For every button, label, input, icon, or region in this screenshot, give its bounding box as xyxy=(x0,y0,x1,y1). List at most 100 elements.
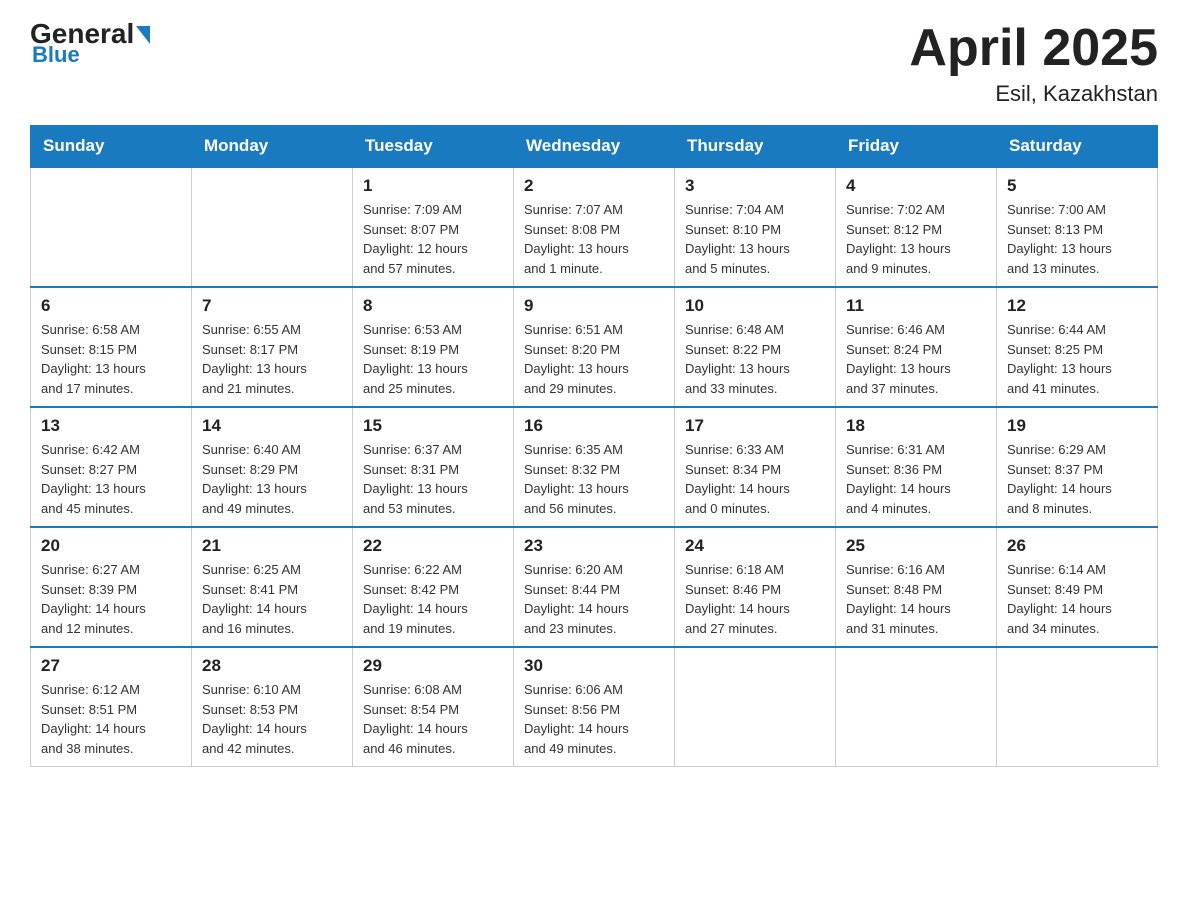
calendar-table: Sunday Monday Tuesday Wednesday Thursday… xyxy=(30,125,1158,767)
day-number: 28 xyxy=(202,656,342,676)
calendar-day-cell: 23 Sunrise: 6:20 AM Sunset: 8:44 PM Dayli… xyxy=(514,527,675,647)
day-number: 6 xyxy=(41,296,181,316)
day-info: Sunrise: 6:06 AM Sunset: 8:56 PM Dayligh… xyxy=(524,680,664,758)
day-number: 16 xyxy=(524,416,664,436)
day-info: Sunrise: 6:25 AM Sunset: 8:41 PM Dayligh… xyxy=(202,560,342,638)
month-year-title: April 2025 xyxy=(909,20,1158,77)
col-sunday: Sunday xyxy=(31,126,192,168)
calendar-day-cell: 25Sunrise: 6:16 AM Sunset: 8:48 PM Dayli… xyxy=(836,527,997,647)
calendar-day-cell: 27 Sunrise: 6:12 AM Sunset: 8:51 PM Dayli… xyxy=(31,647,192,767)
day-info: Sunrise: 7:09 AM Sunset: 8:07 PM Dayligh… xyxy=(363,200,503,278)
calendar-day-cell: 13 Sunrise: 6:42 AM Sunset: 8:27 PM Dayli… xyxy=(31,407,192,527)
calendar-day-cell: 1 Sunrise: 7:09 AM Sunset: 8:07 PM Daylig… xyxy=(353,167,514,287)
calendar-day-cell: 15 Sunrise: 6:37 AM Sunset: 8:31 PM Dayli… xyxy=(353,407,514,527)
calendar-day-cell xyxy=(836,647,997,767)
calendar-day-cell: 7Sunrise: 6:55 AM Sunset: 8:17 PM Daylig… xyxy=(192,287,353,407)
day-info: Sunrise: 6:53 AM Sunset: 8:19 PM Dayligh… xyxy=(363,320,503,398)
day-info: Sunrise: 6:31 AM Sunset: 8:36 PM Dayligh… xyxy=(846,440,986,518)
day-number: 17 xyxy=(685,416,825,436)
logo-triangle-icon xyxy=(136,26,150,44)
day-info: Sunrise: 7:02 AM Sunset: 8:12 PM Dayligh… xyxy=(846,200,986,278)
calendar-day-cell: 4 Sunrise: 7:02 AM Sunset: 8:12 PM Daylig… xyxy=(836,167,997,287)
day-number: 21 xyxy=(202,536,342,556)
day-info: Sunrise: 6:51 AM Sunset: 8:20 PM Dayligh… xyxy=(524,320,664,398)
day-info: Sunrise: 6:27 AM Sunset: 8:39 PM Dayligh… xyxy=(41,560,181,638)
title-block: April 2025 Esil, Kazakhstan xyxy=(909,20,1158,107)
calendar-day-cell: 6 Sunrise: 6:58 AM Sunset: 8:15 PM Daylig… xyxy=(31,287,192,407)
calendar-day-cell: 10 Sunrise: 6:48 AM Sunset: 8:22 PM Dayli… xyxy=(675,287,836,407)
day-info: Sunrise: 6:48 AM Sunset: 8:22 PM Dayligh… xyxy=(685,320,825,398)
day-number: 11 xyxy=(846,296,986,316)
page-header: General Blue April 2025 Esil, Kazakhstan xyxy=(30,20,1158,107)
day-info: Sunrise: 6:14 AM Sunset: 8:49 PM Dayligh… xyxy=(1007,560,1147,638)
day-info: Sunrise: 7:07 AM Sunset: 8:08 PM Dayligh… xyxy=(524,200,664,278)
day-number: 14 xyxy=(202,416,342,436)
calendar-day-cell: 11 Sunrise: 6:46 AM Sunset: 8:24 PM Dayli… xyxy=(836,287,997,407)
day-info: Sunrise: 7:00 AM Sunset: 8:13 PM Dayligh… xyxy=(1007,200,1147,278)
calendar-day-cell: 2 Sunrise: 7:07 AM Sunset: 8:08 PM Daylig… xyxy=(514,167,675,287)
day-info: Sunrise: 6:22 AM Sunset: 8:42 PM Dayligh… xyxy=(363,560,503,638)
calendar-day-cell: 28Sunrise: 6:10 AM Sunset: 8:53 PM Dayli… xyxy=(192,647,353,767)
calendar-day-cell xyxy=(675,647,836,767)
day-number: 4 xyxy=(846,176,986,196)
calendar-day-cell: 19 Sunrise: 6:29 AM Sunset: 8:37 PM Dayli… xyxy=(997,407,1158,527)
calendar-week-5: 27 Sunrise: 6:12 AM Sunset: 8:51 PM Dayli… xyxy=(31,647,1158,767)
day-number: 12 xyxy=(1007,296,1147,316)
day-number: 7 xyxy=(202,296,342,316)
day-number: 30 xyxy=(524,656,664,676)
day-number: 2 xyxy=(524,176,664,196)
day-info: Sunrise: 6:33 AM Sunset: 8:34 PM Dayligh… xyxy=(685,440,825,518)
day-info: Sunrise: 6:40 AM Sunset: 8:29 PM Dayligh… xyxy=(202,440,342,518)
day-info: Sunrise: 6:16 AM Sunset: 8:48 PM Dayligh… xyxy=(846,560,986,638)
calendar-day-cell xyxy=(31,167,192,287)
day-info: Sunrise: 6:29 AM Sunset: 8:37 PM Dayligh… xyxy=(1007,440,1147,518)
day-info: Sunrise: 6:44 AM Sunset: 8:25 PM Dayligh… xyxy=(1007,320,1147,398)
col-thursday: Thursday xyxy=(675,126,836,168)
col-wednesday: Wednesday xyxy=(514,126,675,168)
day-info: Sunrise: 6:42 AM Sunset: 8:27 PM Dayligh… xyxy=(41,440,181,518)
day-info: Sunrise: 6:20 AM Sunset: 8:44 PM Dayligh… xyxy=(524,560,664,638)
calendar-week-1: 1 Sunrise: 7:09 AM Sunset: 8:07 PM Daylig… xyxy=(31,167,1158,287)
day-info: Sunrise: 6:58 AM Sunset: 8:15 PM Dayligh… xyxy=(41,320,181,398)
col-tuesday: Tuesday xyxy=(353,126,514,168)
calendar-day-cell: 16 Sunrise: 6:35 AM Sunset: 8:32 PM Dayli… xyxy=(514,407,675,527)
calendar-day-cell: 14 Sunrise: 6:40 AM Sunset: 8:29 PM Dayli… xyxy=(192,407,353,527)
calendar-header-row: Sunday Monday Tuesday Wednesday Thursday… xyxy=(31,126,1158,168)
day-number: 26 xyxy=(1007,536,1147,556)
calendar-week-3: 13 Sunrise: 6:42 AM Sunset: 8:27 PM Dayli… xyxy=(31,407,1158,527)
day-info: Sunrise: 7:04 AM Sunset: 8:10 PM Dayligh… xyxy=(685,200,825,278)
calendar-week-2: 6 Sunrise: 6:58 AM Sunset: 8:15 PM Daylig… xyxy=(31,287,1158,407)
day-number: 3 xyxy=(685,176,825,196)
day-number: 5 xyxy=(1007,176,1147,196)
calendar-day-cell: 3 Sunrise: 7:04 AM Sunset: 8:10 PM Daylig… xyxy=(675,167,836,287)
day-number: 1 xyxy=(363,176,503,196)
day-info: Sunrise: 6:37 AM Sunset: 8:31 PM Dayligh… xyxy=(363,440,503,518)
day-number: 24 xyxy=(685,536,825,556)
calendar-day-cell: 18Sunrise: 6:31 AM Sunset: 8:36 PM Dayli… xyxy=(836,407,997,527)
calendar-day-cell: 29Sunrise: 6:08 AM Sunset: 8:54 PM Dayli… xyxy=(353,647,514,767)
day-info: Sunrise: 6:18 AM Sunset: 8:46 PM Dayligh… xyxy=(685,560,825,638)
day-number: 27 xyxy=(41,656,181,676)
day-info: Sunrise: 6:35 AM Sunset: 8:32 PM Dayligh… xyxy=(524,440,664,518)
logo-blue-text: Blue xyxy=(32,42,80,68)
day-number: 22 xyxy=(363,536,503,556)
day-number: 13 xyxy=(41,416,181,436)
day-number: 9 xyxy=(524,296,664,316)
day-number: 15 xyxy=(363,416,503,436)
calendar-day-cell: 30 Sunrise: 6:06 AM Sunset: 8:56 PM Dayli… xyxy=(514,647,675,767)
day-number: 10 xyxy=(685,296,825,316)
day-number: 19 xyxy=(1007,416,1147,436)
calendar-day-cell: 26 Sunrise: 6:14 AM Sunset: 8:49 PM Dayli… xyxy=(997,527,1158,647)
col-monday: Monday xyxy=(192,126,353,168)
day-info: Sunrise: 6:12 AM Sunset: 8:51 PM Dayligh… xyxy=(41,680,181,758)
day-info: Sunrise: 6:46 AM Sunset: 8:24 PM Dayligh… xyxy=(846,320,986,398)
calendar-week-4: 20 Sunrise: 6:27 AM Sunset: 8:39 PM Dayli… xyxy=(31,527,1158,647)
day-number: 20 xyxy=(41,536,181,556)
calendar-day-cell: 21 Sunrise: 6:25 AM Sunset: 8:41 PM Dayli… xyxy=(192,527,353,647)
calendar-day-cell xyxy=(192,167,353,287)
day-number: 23 xyxy=(524,536,664,556)
calendar-day-cell: 24 Sunrise: 6:18 AM Sunset: 8:46 PM Dayli… xyxy=(675,527,836,647)
logo: General Blue xyxy=(30,20,150,68)
calendar-day-cell: 9 Sunrise: 6:51 AM Sunset: 8:20 PM Daylig… xyxy=(514,287,675,407)
col-friday: Friday xyxy=(836,126,997,168)
